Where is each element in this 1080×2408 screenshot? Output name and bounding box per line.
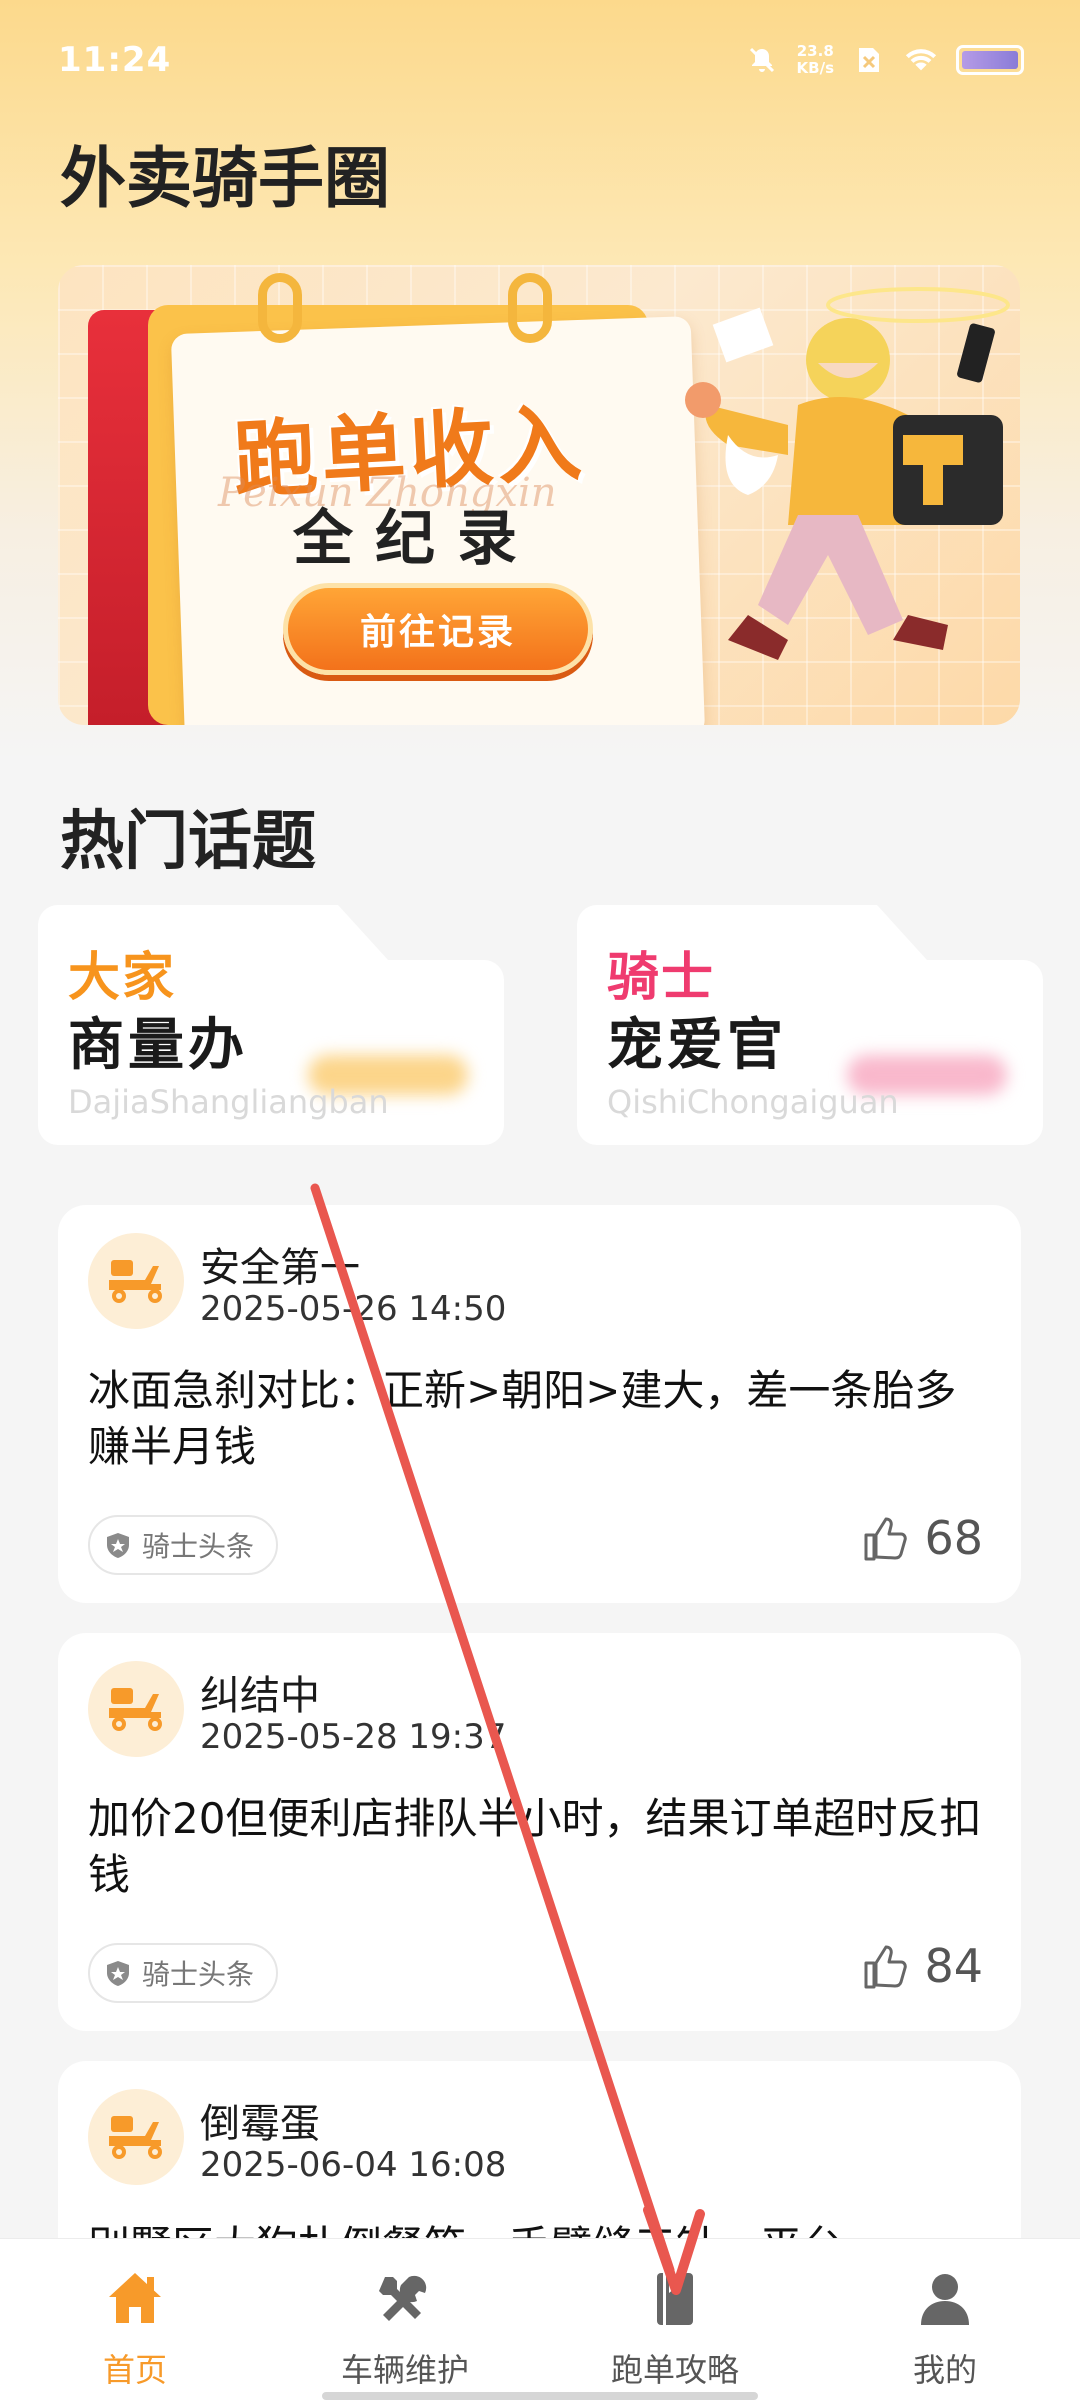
book-icon bbox=[657, 2273, 693, 2325]
banner-subtitle: 全纪录 bbox=[293, 504, 539, 574]
page-title: 外卖骑手圈 bbox=[60, 140, 390, 217]
tab-home[interactable]: 首页 bbox=[0, 2239, 270, 2408]
post-time: 2025-05-26 14:50 bbox=[200, 1289, 507, 1329]
tab-delivery-guide[interactable]: 跑单攻略 bbox=[540, 2239, 810, 2408]
wifi-icon bbox=[904, 43, 938, 77]
topic-line2: 商量办 bbox=[68, 1013, 248, 1078]
status-icons: 23.8 KB/s bbox=[745, 43, 1024, 77]
delivery-rider-illustration bbox=[685, 287, 1010, 660]
post-tag[interactable]: 骑士头条 bbox=[88, 1515, 279, 1575]
topic-line1: 大家 bbox=[68, 948, 177, 1008]
tab-mine[interactable]: 我的 bbox=[810, 2239, 1080, 2408]
net-speed-value: 23.8 bbox=[796, 42, 834, 60]
bottom-tab-bar: 首页 车辆维护 跑单攻略 我的 bbox=[0, 2238, 1080, 2408]
tab-vehicle-maintenance[interactable]: 车辆维护 bbox=[270, 2239, 540, 2408]
topic-card-dajia[interactable]: 大家 商量办 DajiaShangliangban bbox=[38, 905, 504, 1145]
post-tag-label: 骑士头条 bbox=[142, 1958, 255, 1991]
person-icon bbox=[921, 2274, 969, 2325]
status-bar: 11:24 23.8 KB/s bbox=[0, 0, 1080, 120]
battery-icon bbox=[956, 45, 1024, 75]
calendar-ring-icon bbox=[258, 273, 302, 343]
tools-icon bbox=[379, 2275, 427, 2321]
post-text: 冰面急刹对比：正新>朝阳>建大，差一条胎多赚半月钱 bbox=[88, 1366, 957, 1471]
calendar-ring-icon bbox=[508, 273, 552, 343]
income-record-banner[interactable]: 跑单收入 Peixun Zhongxin 全纪录 前往记录 bbox=[58, 265, 1020, 725]
post-time: 2025-06-04 16:08 bbox=[200, 2145, 507, 2185]
tab-label: 车辆维护 bbox=[340, 2351, 469, 2389]
mute-icon bbox=[745, 43, 779, 77]
thumbs-up-icon bbox=[864, 1517, 908, 1561]
post-tag-label: 骑士头条 bbox=[142, 1530, 255, 1563]
post-text: 加价20但便利店排队半小时，结果订单超时反扣钱 bbox=[88, 1794, 982, 1899]
post-tag[interactable]: 骑士头条 bbox=[88, 1943, 279, 2003]
post-time: 2025-05-28 19:37 bbox=[200, 1717, 507, 1757]
topic-line1: 骑士 bbox=[607, 948, 716, 1008]
avatar bbox=[88, 2089, 184, 2185]
topic-pinyin: QishiChongaiguan bbox=[607, 1083, 899, 1121]
avatar bbox=[88, 1661, 184, 1757]
scooter-icon bbox=[109, 1260, 162, 1303]
net-speed: 23.8 KB/s bbox=[797, 43, 834, 77]
topic-card-qishi[interactable]: 骑士 宠爱官 QishiChongaiguan bbox=[577, 905, 1043, 1145]
post-author: 纠结中 bbox=[200, 1673, 320, 1719]
tab-label: 首页 bbox=[102, 2351, 167, 2389]
home-icon bbox=[109, 2273, 161, 2323]
go-record-button[interactable]: 前往记录 bbox=[283, 583, 593, 675]
home-indicator bbox=[322, 2392, 758, 2400]
sim-icon bbox=[852, 43, 886, 77]
tab-label: 跑单攻略 bbox=[610, 2351, 739, 2389]
scooter-icon bbox=[109, 1688, 162, 1731]
hot-topics-title: 热门话题 bbox=[60, 805, 316, 879]
like-button[interactable]: 68 bbox=[860, 1511, 983, 1565]
thumbs-up-icon bbox=[864, 1945, 908, 1989]
avatar bbox=[88, 1233, 184, 1329]
like-count: 68 bbox=[924, 1511, 983, 1565]
post-author: 倒霉蛋 bbox=[200, 2101, 320, 2147]
like-count: 84 bbox=[924, 1939, 983, 1993]
shield-star-icon bbox=[107, 1533, 129, 1558]
status-time: 11:24 bbox=[58, 40, 172, 80]
scooter-icon bbox=[109, 2116, 162, 2159]
topic-line2: 宠爱官 bbox=[607, 1013, 787, 1078]
post-author: 安全第一 bbox=[200, 1245, 360, 1291]
topic-pinyin: DajiaShangliangban bbox=[68, 1083, 389, 1121]
post-card[interactable]: 纠结中 2025-05-28 19:37 加价20但便利店排队半小时，结果订单超… bbox=[58, 1633, 1021, 2031]
like-button[interactable]: 84 bbox=[860, 1939, 983, 1993]
post-card[interactable]: 安全第一 2025-05-26 14:50 冰面急刹对比：正新>朝阳>建大，差一… bbox=[58, 1205, 1021, 1603]
net-speed-unit: KB/s bbox=[796, 59, 834, 77]
tab-label: 我的 bbox=[912, 2351, 977, 2389]
shield-star-icon bbox=[107, 1961, 129, 1986]
